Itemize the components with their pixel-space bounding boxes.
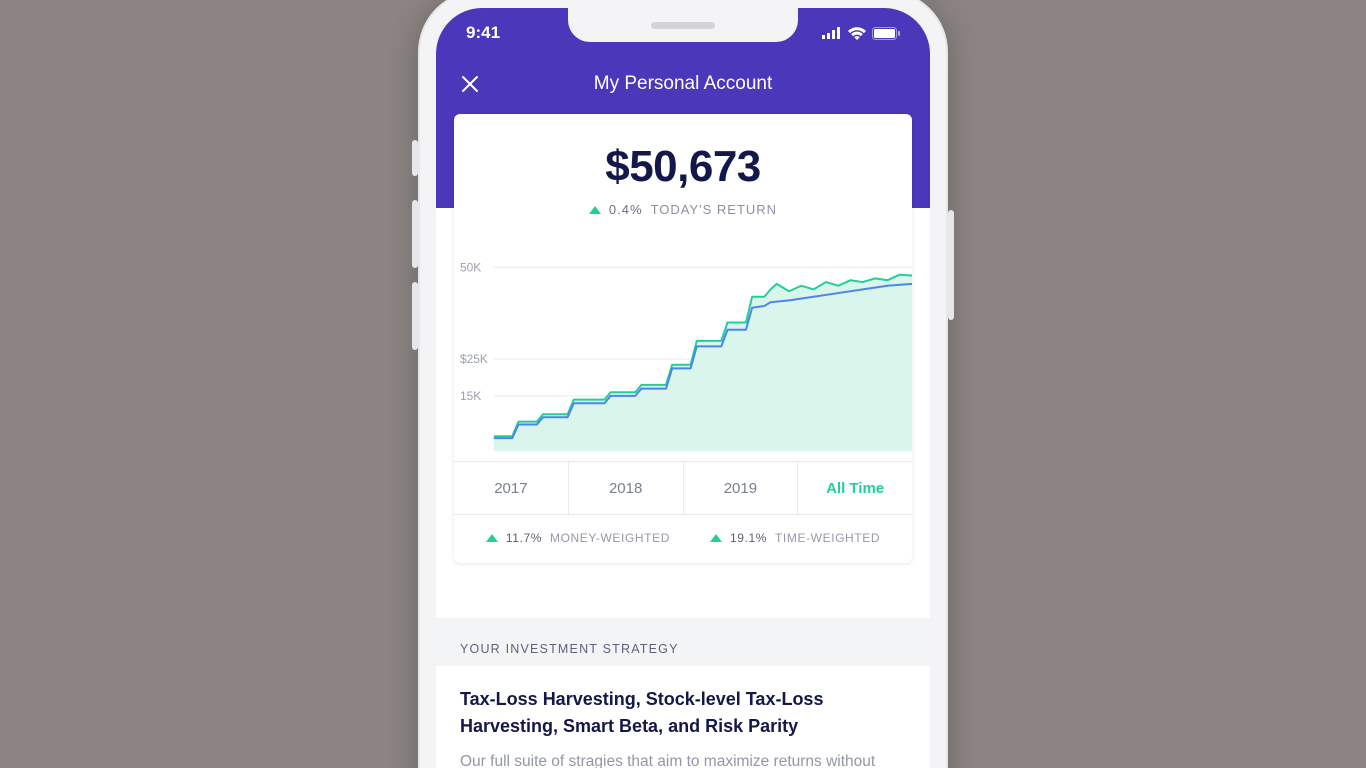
timerange-tabs: 201720182019All Time <box>454 461 912 515</box>
time-weighted-label: TIME-WEIGHTED <box>775 531 880 545</box>
timerange-tab-2019[interactable]: 2019 <box>684 462 799 514</box>
side-button <box>412 200 418 268</box>
strategy-description: Our full suite of stragies that aim to m… <box>460 750 906 768</box>
phone-notch <box>568 8 798 42</box>
phone-frame: 9:41 My Personal Account $50,673 0. <box>418 0 948 768</box>
time-weighted-pct: 19.1% <box>730 531 767 545</box>
up-arrow-icon <box>486 534 498 542</box>
performance-chart[interactable]: 50K $25K 15K <box>454 241 912 461</box>
strategy-section-header: YOUR INVESTMENT STRATEGY <box>436 618 930 666</box>
balance-block: $50,673 0.4% TODAY'S RETURN <box>454 114 912 227</box>
timerange-tab-all-time[interactable]: All Time <box>798 462 912 514</box>
side-button <box>412 282 418 350</box>
phone-screen: 9:41 My Personal Account $50,673 0. <box>436 8 930 768</box>
today-return-pct: 0.4% <box>609 202 643 217</box>
svg-text:$25K: $25K <box>460 352 488 366</box>
timerange-tab-2018[interactable]: 2018 <box>569 462 684 514</box>
side-button <box>948 210 954 320</box>
time-weighted: 19.1% TIME-WEIGHTED <box>710 531 880 545</box>
today-return: 0.4% TODAY'S RETURN <box>474 202 892 217</box>
account-card: $50,673 0.4% TODAY'S RETURN 50K $25K 15K 2… <box>454 114 912 563</box>
page-title: My Personal Account <box>436 73 930 95</box>
signal-icon <box>822 27 842 39</box>
wifi-icon <box>848 27 866 40</box>
status-indicators <box>822 27 900 40</box>
balance-value: $50,673 <box>474 142 892 192</box>
money-weighted-label: MONEY-WEIGHTED <box>550 531 670 545</box>
money-weighted-pct: 11.7% <box>506 531 542 545</box>
timerange-tab-2017[interactable]: 2017 <box>454 462 569 514</box>
up-arrow-icon <box>589 206 601 214</box>
today-return-label: TODAY'S RETURN <box>651 202 778 217</box>
up-arrow-icon <box>710 534 722 542</box>
svg-text:50K: 50K <box>460 260 481 274</box>
side-button <box>412 140 418 176</box>
status-time: 9:41 <box>466 23 500 43</box>
battery-icon <box>872 27 900 40</box>
strategy-card[interactable]: Tax-Loss Harvesting, Stock-level Tax-Los… <box>436 666 930 768</box>
svg-text:15K: 15K <box>460 389 481 403</box>
strategy-title: Tax-Loss Harvesting, Stock-level Tax-Los… <box>460 686 906 740</box>
money-weighted: 11.7% MONEY-WEIGHTED <box>486 531 670 545</box>
performance-row: 11.7% MONEY-WEIGHTED 19.1% TIME-WEIGHTED <box>454 515 912 563</box>
